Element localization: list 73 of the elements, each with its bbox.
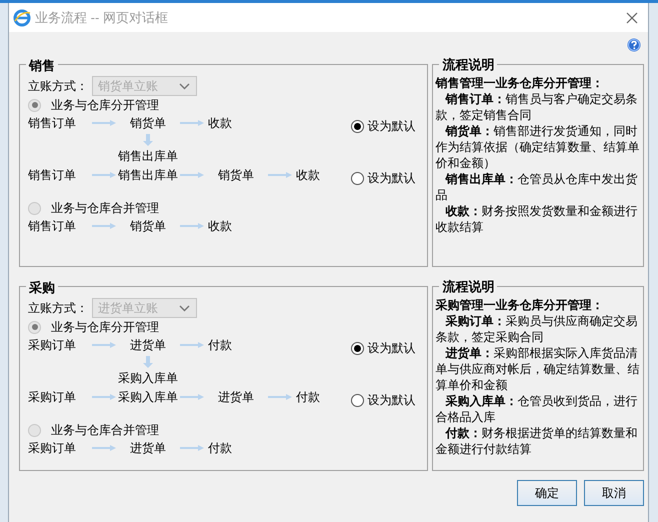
flow-step: 收款: [296, 166, 320, 184]
chevron-icon: [179, 304, 190, 312]
radio-label: 业务与仓库分开管理: [51, 319, 159, 336]
arrow-icon: [92, 222, 116, 230]
radio-label: 业务与仓库合并管理: [51, 200, 159, 217]
arrow-icon: [268, 171, 292, 179]
explanation-text: 采购订单：采购员与供应商确定交易条款，签定采购合同: [435, 313, 638, 345]
radio-button[interactable]: [351, 172, 364, 184]
flow-step: 付款: [296, 388, 320, 406]
radio-label: 设为默认: [367, 392, 416, 409]
flow-step: 采购订单: [28, 336, 76, 354]
flow-step: 进货单: [130, 336, 166, 354]
flow-step: 付款: [208, 336, 232, 354]
arrow-icon: [268, 393, 292, 401]
arrow-icon: [143, 356, 153, 368]
arrow-icon: [180, 171, 204, 179]
explanation-heading: 销售管理一业务仓库分开管理：: [435, 75, 604, 91]
flow-step: 销货单: [218, 166, 254, 184]
radio-button[interactable]: [351, 394, 364, 406]
arrow-icon: [180, 444, 204, 452]
radio-label: 设为默认: [367, 170, 416, 187]
radio-label: 业务与仓库合并管理: [51, 422, 159, 439]
arrow-icon: [92, 171, 116, 179]
section-title: 采购: [26, 278, 58, 298]
flow-step: 收款: [208, 217, 232, 235]
explanation-text: 付款：财务根据进货单的结算数量和金额进行付款结算: [435, 425, 638, 457]
close-icon[interactable]: [626, 12, 638, 24]
panel-title: 流程说明: [439, 278, 498, 296]
radio-label: 设为默认: [367, 340, 416, 357]
flow-step: 采购入库单: [118, 388, 178, 406]
flow-step: 进货单: [130, 439, 166, 457]
flow-step: 销售出库单: [118, 166, 178, 184]
arrow-icon: [92, 119, 116, 127]
arrow-icon: [143, 134, 153, 146]
dialog-button[interactable]: 取消: [584, 480, 644, 506]
window-title: 业务流程 -- 网页对话框: [35, 8, 168, 27]
explanation-text: 销售出库单：仓管员从仓库中发出货品: [435, 171, 638, 203]
arrow-icon: [92, 341, 116, 349]
flow-step: 采购订单: [28, 439, 76, 457]
explanation-text: 进货单：采购部根据实际入库货品清单与供应商对帐后，确定结算数量、结算单价和金额: [435, 345, 640, 393]
flow-step: 销售订单: [28, 217, 76, 235]
flow-step: 付款: [208, 439, 232, 457]
arrow-icon: [180, 341, 204, 349]
help-icon[interactable]: [627, 38, 641, 52]
flow-step: 收款: [208, 114, 232, 132]
arrow-icon: [92, 393, 116, 401]
explanation-text: 采购入库单：仓管员收到货品，进行合格品入库: [435, 393, 638, 425]
arrow-icon: [180, 222, 204, 230]
browser-icon: [13, 8, 31, 26]
arrow-icon: [180, 119, 204, 127]
arrow-icon: [92, 444, 116, 452]
flow-step: 采购入库单: [118, 369, 178, 387]
flow-step: 销货单: [130, 114, 166, 132]
radio-label: 业务与仓库分开管理: [51, 97, 159, 114]
arrow-icon: [180, 393, 204, 401]
explanation-text: 销售订单：销售员与客户确定交易条款，签定销售合同: [435, 91, 638, 123]
flow-step: 采购订单: [28, 388, 76, 406]
dialog-button[interactable]: 确定: [517, 480, 577, 506]
explanation-heading: 采购管理一业务仓库分开管理：: [435, 297, 604, 313]
chevron-icon: [179, 82, 190, 90]
flow-step: 销售订单: [28, 166, 76, 184]
radio-label: 设为默认: [367, 118, 416, 135]
field-label: 立账方式：: [28, 300, 88, 317]
explanation-text: 销货单：销售部进行发货通知，同时作为结算依据（确定结算数量、结算单价和金额）: [435, 123, 640, 171]
flow-step: 销货单: [130, 217, 166, 235]
explanation-text: 收款：财务按照发货数量和金额进行收款结算: [435, 203, 638, 235]
radio-button[interactable]: [351, 120, 364, 132]
flow-step: 销售出库单: [118, 147, 178, 165]
flow-step: 销售订单: [28, 114, 76, 132]
flow-step: 进货单: [218, 388, 254, 406]
field-label: 立账方式：: [28, 78, 88, 95]
radio-button[interactable]: [351, 342, 364, 354]
panel-title: 流程说明: [439, 56, 498, 74]
